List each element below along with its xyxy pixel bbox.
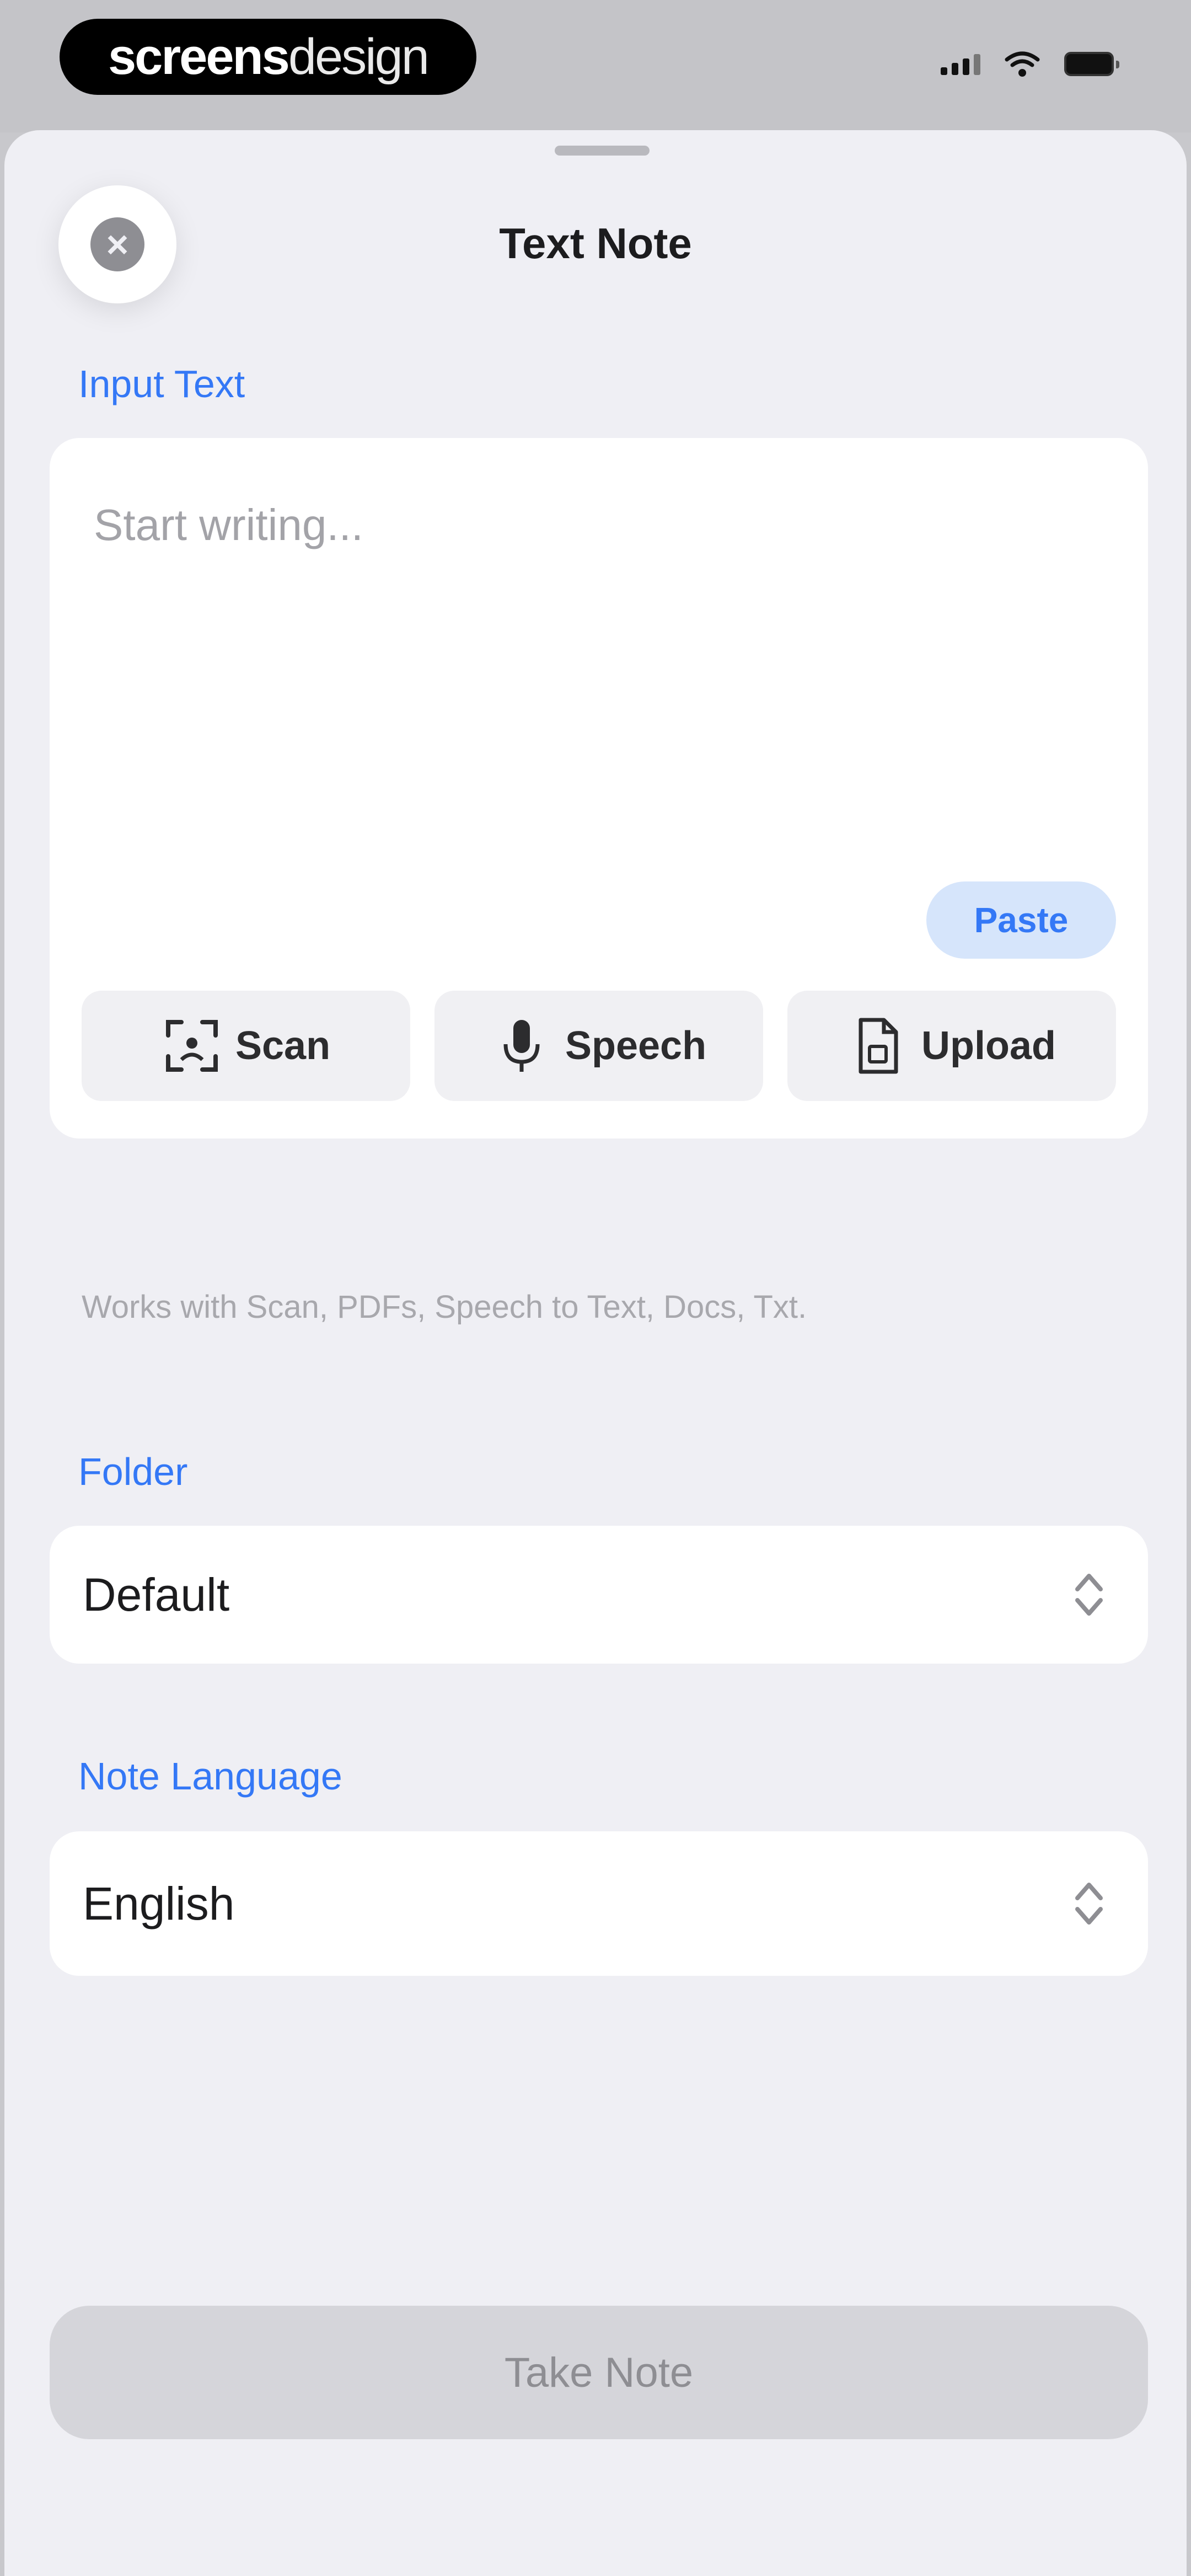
upload-button[interactable]: Upload: [787, 991, 1116, 1101]
folder-value: Default: [83, 1568, 230, 1621]
folder-label: Folder: [78, 1450, 188, 1493]
input-actions: Scan Speech Upload: [82, 991, 1116, 1101]
note-language-label: Note Language: [78, 1755, 342, 1798]
page-title: Text Note: [499, 219, 692, 268]
upload-label: Upload: [921, 1024, 1056, 1068]
language-value: English: [83, 1877, 235, 1930]
input-text-label: Input Text: [78, 362, 245, 405]
battery-icon: [1064, 52, 1119, 76]
scan-icon: [165, 1020, 218, 1072]
logo-text-thin: design: [288, 28, 430, 85]
paste-button[interactable]: Paste: [926, 881, 1116, 959]
take-note-button[interactable]: Take Note: [50, 2306, 1148, 2439]
screensdesign-logo: screens design: [60, 19, 476, 95]
speech-button[interactable]: Speech: [434, 991, 763, 1101]
folder-select[interactable]: Default: [50, 1526, 1148, 1664]
text-note-sheet: × Text Note Input Text Paste Scan: [4, 130, 1187, 2576]
scan-button[interactable]: Scan: [82, 991, 410, 1101]
microphone-icon: [503, 1020, 540, 1072]
supported-formats-helper: Works with Scan, PDFs, Speech to Text, D…: [82, 1289, 807, 1325]
chevron-up-down-icon: [1075, 1883, 1103, 1925]
scan-label: Scan: [235, 1024, 331, 1068]
chevron-up-down-icon: [1075, 1574, 1103, 1616]
cellular-signal-icon: [941, 53, 980, 75]
document-icon: [859, 1018, 898, 1074]
speech-label: Speech: [565, 1024, 707, 1068]
sheet-grabber[interactable]: [555, 146, 650, 156]
status-icons: [941, 51, 1119, 77]
note-text-input[interactable]: [93, 499, 1098, 810]
status-bar: screens design: [0, 0, 1191, 132]
wifi-icon: [1005, 51, 1040, 77]
input-text-card: Paste Scan Speech: [50, 438, 1148, 1139]
note-language-select[interactable]: English: [50, 1831, 1148, 1976]
logo-text-bold: screens: [108, 28, 290, 85]
